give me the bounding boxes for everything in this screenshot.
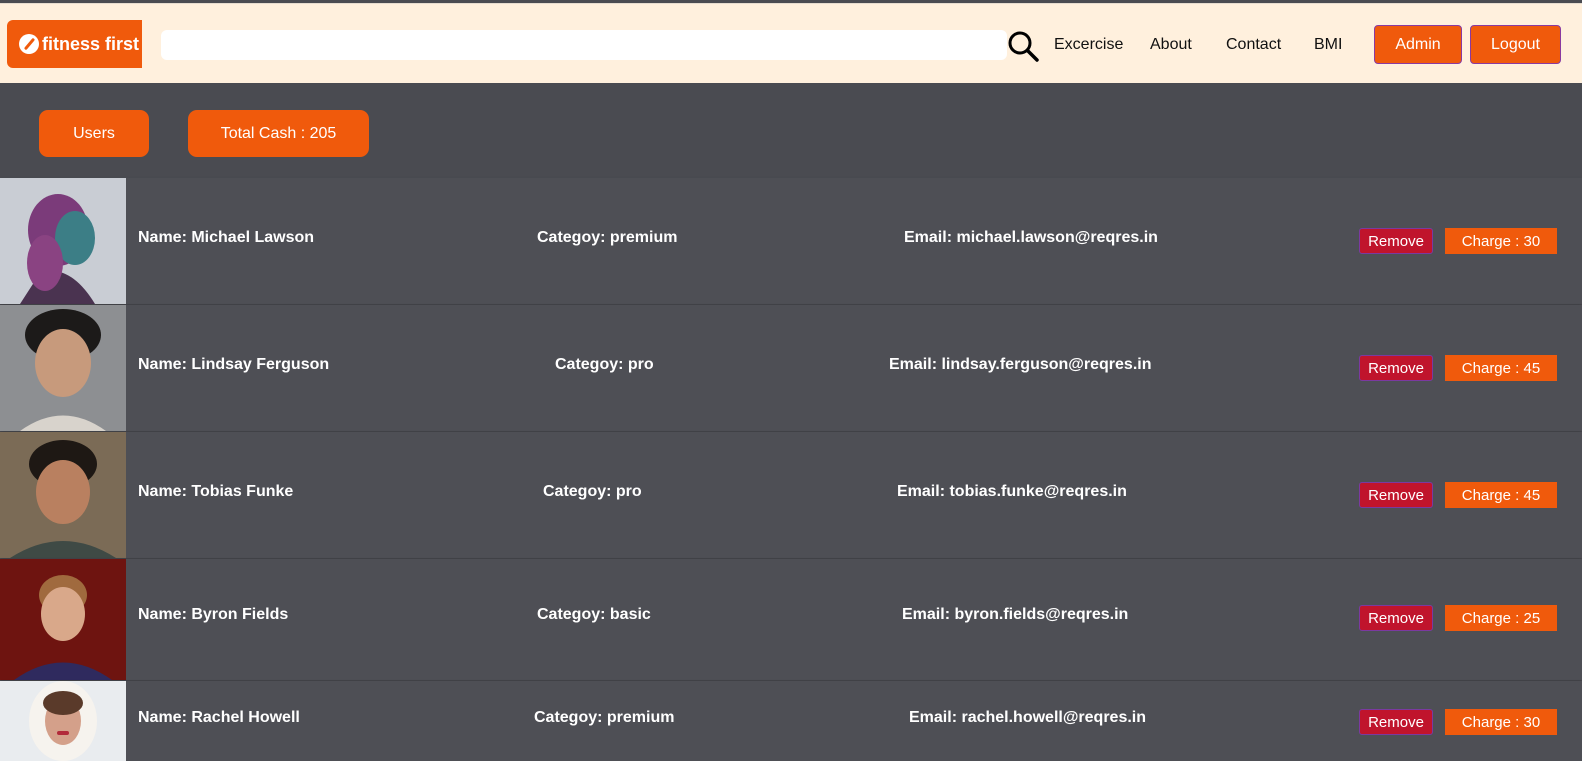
avatar [0,681,126,761]
user-name: Name: Byron Fields [138,606,289,623]
user-row: Name: Byron Fields Categoy: basic Email:… [0,559,1582,680]
charge-button[interactable]: Charge : 25 [1445,605,1557,631]
remove-button[interactable]: Remove [1359,355,1433,381]
user-name: Name: Tobias Funke [138,483,294,500]
user-category: Categoy: basic [537,606,651,623]
user-category: Categoy: pro [543,483,642,500]
avatar [0,305,126,431]
avatar [0,559,126,680]
user-email: Email: rachel.howell@reqres.in [909,709,1147,726]
user-category: Categoy: premium [534,709,675,726]
user-name: Name: Rachel Howell [138,709,300,726]
user-email: Email: michael.lawson@reqres.in [904,229,1158,246]
nav-link-bmi[interactable]: BMI [1314,36,1342,54]
user-row: Name: Rachel Howell Categoy: premium Ema… [0,681,1582,761]
user-email: Email: tobias.funke@reqres.in [897,483,1127,500]
search-icon[interactable] [1006,29,1040,63]
nav-link-about[interactable]: About [1150,36,1192,54]
user-row: Name: Michael Lawson Categoy: premium Em… [0,178,1582,304]
charge-button[interactable]: Charge : 45 [1445,355,1557,381]
user-row: Name: Tobias Funke Categoy: pro Email: t… [0,432,1582,558]
user-name: Name: Michael Lawson [138,229,315,246]
remove-button[interactable]: Remove [1359,605,1433,631]
user-email: Email: byron.fields@reqres.in [902,606,1129,623]
nav-link-contact[interactable]: Contact [1226,36,1281,54]
remove-button[interactable]: Remove [1359,482,1433,508]
logout-button[interactable]: Logout [1470,25,1561,64]
search-input[interactable] [161,30,1007,60]
total-cash-button[interactable]: Total Cash : 205 [188,110,369,157]
charge-button[interactable]: Charge : 30 [1445,709,1557,735]
remove-button[interactable]: Remove [1359,709,1433,735]
navbar: fitness first Excercise About Contact BM… [0,3,1582,83]
user-category: Categoy: premium [537,229,678,246]
user-row: Name: Lindsay Ferguson Categoy: pro Emai… [0,305,1582,431]
admin-button[interactable]: Admin [1374,25,1462,64]
user-email: Email: lindsay.ferguson@reqres.in [889,356,1152,373]
brand-name: fitness first [42,33,140,54]
users-button[interactable]: Users [39,110,149,157]
compass-icon [19,34,39,54]
nav-link-exercise[interactable]: Excercise [1054,36,1123,54]
user-category: Categoy: pro [555,356,654,373]
brand-logo[interactable]: fitness first [7,20,142,68]
avatar [0,178,126,304]
avatar [0,432,126,558]
charge-button[interactable]: Charge : 30 [1445,228,1557,254]
charge-button[interactable]: Charge : 45 [1445,482,1557,508]
remove-button[interactable]: Remove [1359,228,1433,254]
user-name: Name: Lindsay Ferguson [138,356,330,373]
